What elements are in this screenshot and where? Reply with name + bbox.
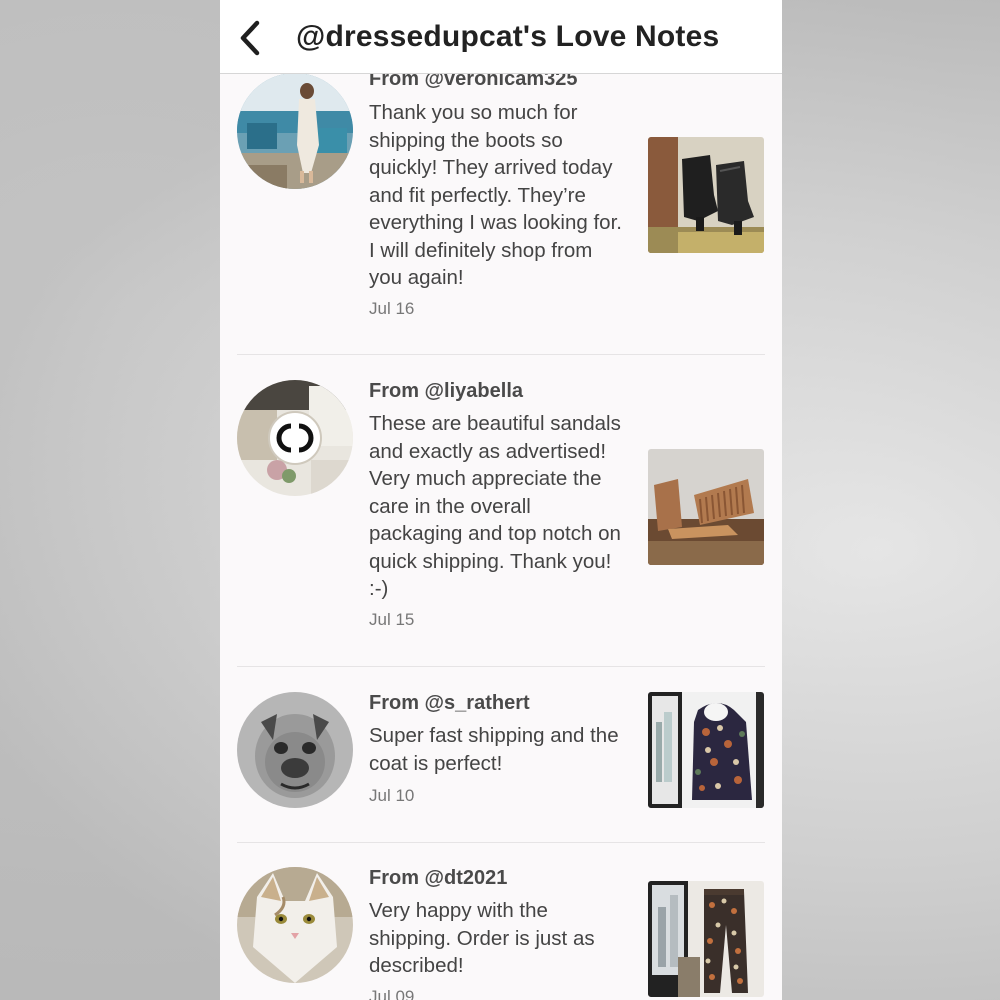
note-date: Jul 15	[369, 610, 415, 629]
avatar[interactable]	[237, 380, 353, 496]
note-message: These are beautiful sandals and exactly …	[369, 412, 621, 600]
love-note-item[interactable]: From @veronicam325 Thank you so much for…	[237, 68, 765, 348]
divider	[237, 842, 765, 843]
note-message: Very happy with the shipping. Order is j…	[369, 899, 595, 977]
avatar[interactable]	[237, 73, 353, 189]
listing-thumbnail[interactable]	[648, 692, 764, 808]
note-message: Thank you so much for shipping the boots…	[369, 101, 622, 289]
chevron-left-icon	[240, 20, 260, 56]
avatar[interactable]	[237, 867, 353, 983]
love-note-item[interactable]: From @liyabella These are beautiful sand…	[237, 380, 765, 640]
note-sender[interactable]: From @s_rathert	[369, 692, 530, 715]
page-title: @dressedupcat's Love Notes	[296, 20, 720, 53]
note-date: Jul 16	[369, 299, 415, 318]
top-bar: @dressedupcat's Love Notes	[220, 0, 782, 74]
note-date: Jul 09	[369, 987, 415, 1000]
note-message: Super fast shipping and the coat is perf…	[369, 724, 619, 775]
note-sender[interactable]: From @liyabella	[369, 380, 523, 403]
love-note-item[interactable]: From @s_rathert Super fast shipping and …	[237, 692, 765, 822]
listing-thumbnail[interactable]	[648, 881, 764, 997]
avatar[interactable]	[237, 692, 353, 808]
divider	[237, 666, 765, 667]
note-date: Jul 10	[369, 786, 415, 805]
love-note-item[interactable]: From @dt2021 Very happy with the shippin…	[237, 867, 765, 1000]
divider	[237, 354, 765, 355]
love-notes-screen: @dressedupcat's Love Notes From @veronic…	[220, 0, 782, 1000]
listing-thumbnail[interactable]	[648, 137, 764, 253]
note-sender[interactable]: From @dt2021	[369, 867, 507, 890]
listing-thumbnail[interactable]	[648, 449, 764, 565]
back-button[interactable]	[230, 18, 270, 58]
